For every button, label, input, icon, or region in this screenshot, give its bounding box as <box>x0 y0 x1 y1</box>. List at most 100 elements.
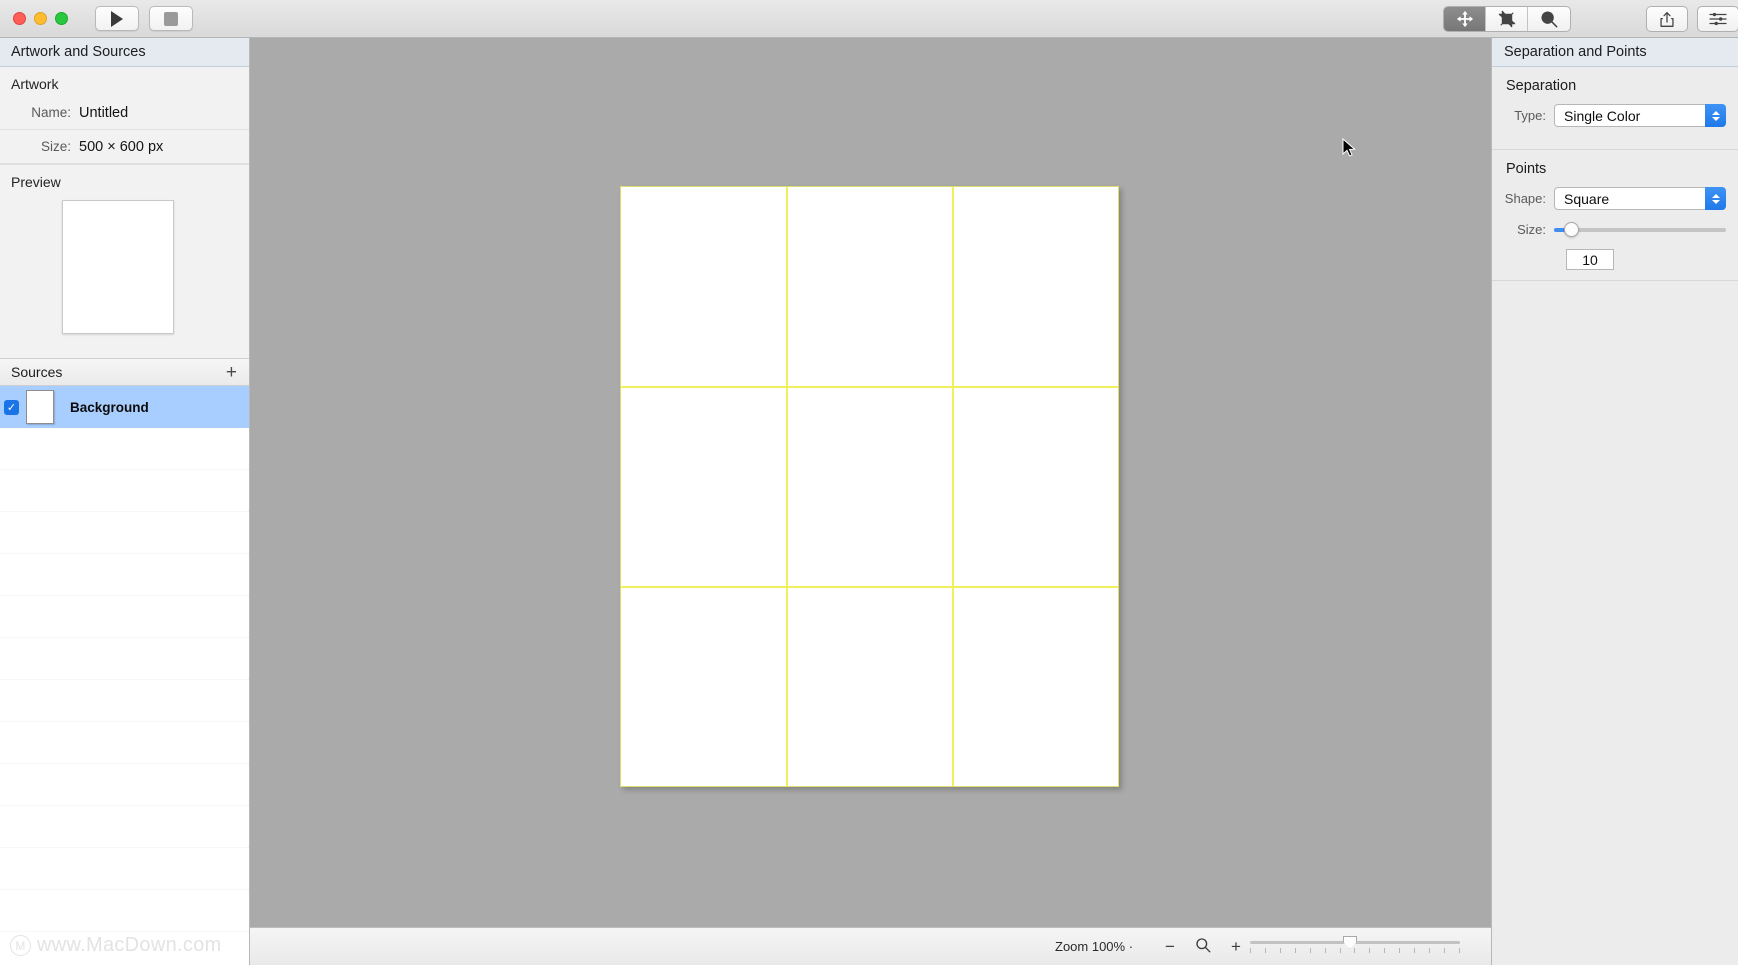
right-panel-header: Separation and Points <box>1492 38 1738 67</box>
zoom-slider-track[interactable] <box>1250 935 1460 949</box>
artwork-name-label: Name: <box>31 105 71 120</box>
source-thumbnail <box>26 390 54 424</box>
points-size-input[interactable]: 10 <box>1566 249 1614 270</box>
settings-button[interactable] <box>1697 6 1738 32</box>
zoom-tool-button[interactable] <box>1528 7 1570 31</box>
magnifier-icon <box>1196 938 1211 953</box>
close-button[interactable] <box>13 12 26 25</box>
mouse-cursor <box>1342 138 1356 157</box>
points-shape-stepper[interactable] <box>1705 187 1726 210</box>
preview-thumbnail <box>62 200 174 334</box>
points-shape-row: Shape: Square <box>1492 187 1738 210</box>
maximize-button[interactable] <box>55 12 68 25</box>
preview-section: Preview <box>0 164 249 334</box>
points-section-label: Points <box>1506 161 1547 177</box>
points-size-label: Size: <box>1517 222 1546 237</box>
size-slider-track <box>1554 227 1726 232</box>
move-tool-button[interactable] <box>1444 7 1486 31</box>
source-name: Background <box>70 399 149 415</box>
zoom-out-button[interactable]: − <box>1165 938 1175 955</box>
zoom-controls: − + <box>1165 937 1241 956</box>
separation-type-stepper[interactable] <box>1705 104 1726 127</box>
artwork-size-row: Size: 500 × 600 px <box>0 130 249 164</box>
minimize-button[interactable] <box>34 12 47 25</box>
points-size-slider[interactable] <box>1554 221 1726 237</box>
separation-type-select[interactable]: Single Color <box>1554 104 1726 127</box>
move-icon <box>1456 10 1473 28</box>
bottom-status-bar: Zoom 100% · − + <box>250 927 1491 965</box>
separation-section: Separation Type: Single Color <box>1492 67 1738 150</box>
macdown-logo-icon: M <box>10 935 31 956</box>
sources-label: Sources <box>11 364 63 380</box>
artwork-name-row: Name: Untitled <box>0 96 249 130</box>
separation-type-row: Type: Single Color <box>1492 104 1738 127</box>
chevron-down-icon <box>1711 116 1720 121</box>
empty-list-row <box>0 722 249 764</box>
zoom-fit-button[interactable] <box>1195 937 1211 956</box>
stop-icon <box>164 11 178 26</box>
preview-section-label: Preview <box>11 174 61 190</box>
watermark-text: www.MacDown.com <box>37 934 222 956</box>
app-window: Artwork and Sources Artwork Name: Untitl… <box>0 0 1738 965</box>
artwork-size-label: Size: <box>40 139 71 154</box>
canvas-area[interactable] <box>250 38 1491 927</box>
tool-group <box>1443 6 1571 32</box>
empty-list-row <box>0 680 249 722</box>
separation-type-value: Single Color <box>1564 107 1641 124</box>
zoom-slider[interactable] <box>1250 935 1460 953</box>
chevron-down-icon <box>1711 199 1720 204</box>
empty-list-row <box>0 890 249 932</box>
zoom-in-button[interactable]: + <box>1231 938 1241 955</box>
sliders-icon <box>1709 12 1727 26</box>
play-icon <box>111 10 123 27</box>
empty-list-row <box>0 764 249 806</box>
points-size-row: Size: <box>1492 221 1738 237</box>
add-source-button[interactable]: + <box>226 363 237 382</box>
chevron-up-icon <box>1711 110 1720 115</box>
guide-horizontal-1[interactable] <box>621 386 1118 388</box>
separation-type-label: Type: <box>1514 108 1546 123</box>
title-bar <box>0 0 1738 38</box>
sources-list: ✓ Background <box>0 386 249 965</box>
empty-list-row <box>0 638 249 680</box>
artwork-size-value: 500 × 600 px <box>79 138 164 155</box>
right-sidebar: Separation and Points Separation Type: S… <box>1491 38 1738 965</box>
chevron-up-icon <box>1711 193 1720 198</box>
play-button[interactable] <box>95 6 139 31</box>
empty-list-row <box>0 554 249 596</box>
points-shape-select[interactable]: Square <box>1554 187 1726 210</box>
stop-button[interactable] <box>149 6 193 31</box>
list-item[interactable]: ✓ Background <box>0 386 249 428</box>
points-shape-value: Square <box>1564 190 1610 207</box>
traffic-lights <box>13 12 68 25</box>
artwork-section-label: Artwork <box>11 76 59 92</box>
guide-vertical-2[interactable] <box>952 187 954 786</box>
left-panel-header: Artwork and Sources <box>0 38 249 67</box>
artwork-name-value[interactable]: Untitled <box>79 105 128 121</box>
size-slider-thumb[interactable] <box>1564 221 1579 237</box>
source-checkbox[interactable]: ✓ <box>4 399 19 415</box>
zoom-slider-ticks <box>1250 947 1460 953</box>
crop-icon <box>1498 10 1515 28</box>
points-shape-label: Shape: <box>1504 191 1546 206</box>
empty-list-row <box>0 512 249 554</box>
watermark: M www.MacDown.com <box>10 934 222 957</box>
empty-list-row <box>0 848 249 890</box>
magnifier-icon <box>1541 11 1558 28</box>
toolbar-right-buttons <box>1646 6 1738 32</box>
crop-tool-button[interactable] <box>1486 7 1528 31</box>
share-icon <box>1660 11 1674 27</box>
guide-vertical-1[interactable] <box>786 187 788 786</box>
separation-section-label: Separation <box>1506 78 1577 94</box>
points-section: Points Shape: Square Size: 10 <box>1492 150 1738 281</box>
empty-list-row <box>0 470 249 512</box>
left-sidebar: Artwork and Sources Artwork Name: Untitl… <box>0 38 250 965</box>
sources-header: Sources + <box>0 358 249 386</box>
empty-list-row <box>0 806 249 848</box>
artboard[interactable] <box>620 186 1119 787</box>
empty-list-row <box>0 428 249 470</box>
empty-list-row <box>0 596 249 638</box>
zoom-level-label: Zoom 100% · <box>1055 939 1134 954</box>
guide-horizontal-2[interactable] <box>621 586 1118 588</box>
share-button[interactable] <box>1646 6 1688 32</box>
